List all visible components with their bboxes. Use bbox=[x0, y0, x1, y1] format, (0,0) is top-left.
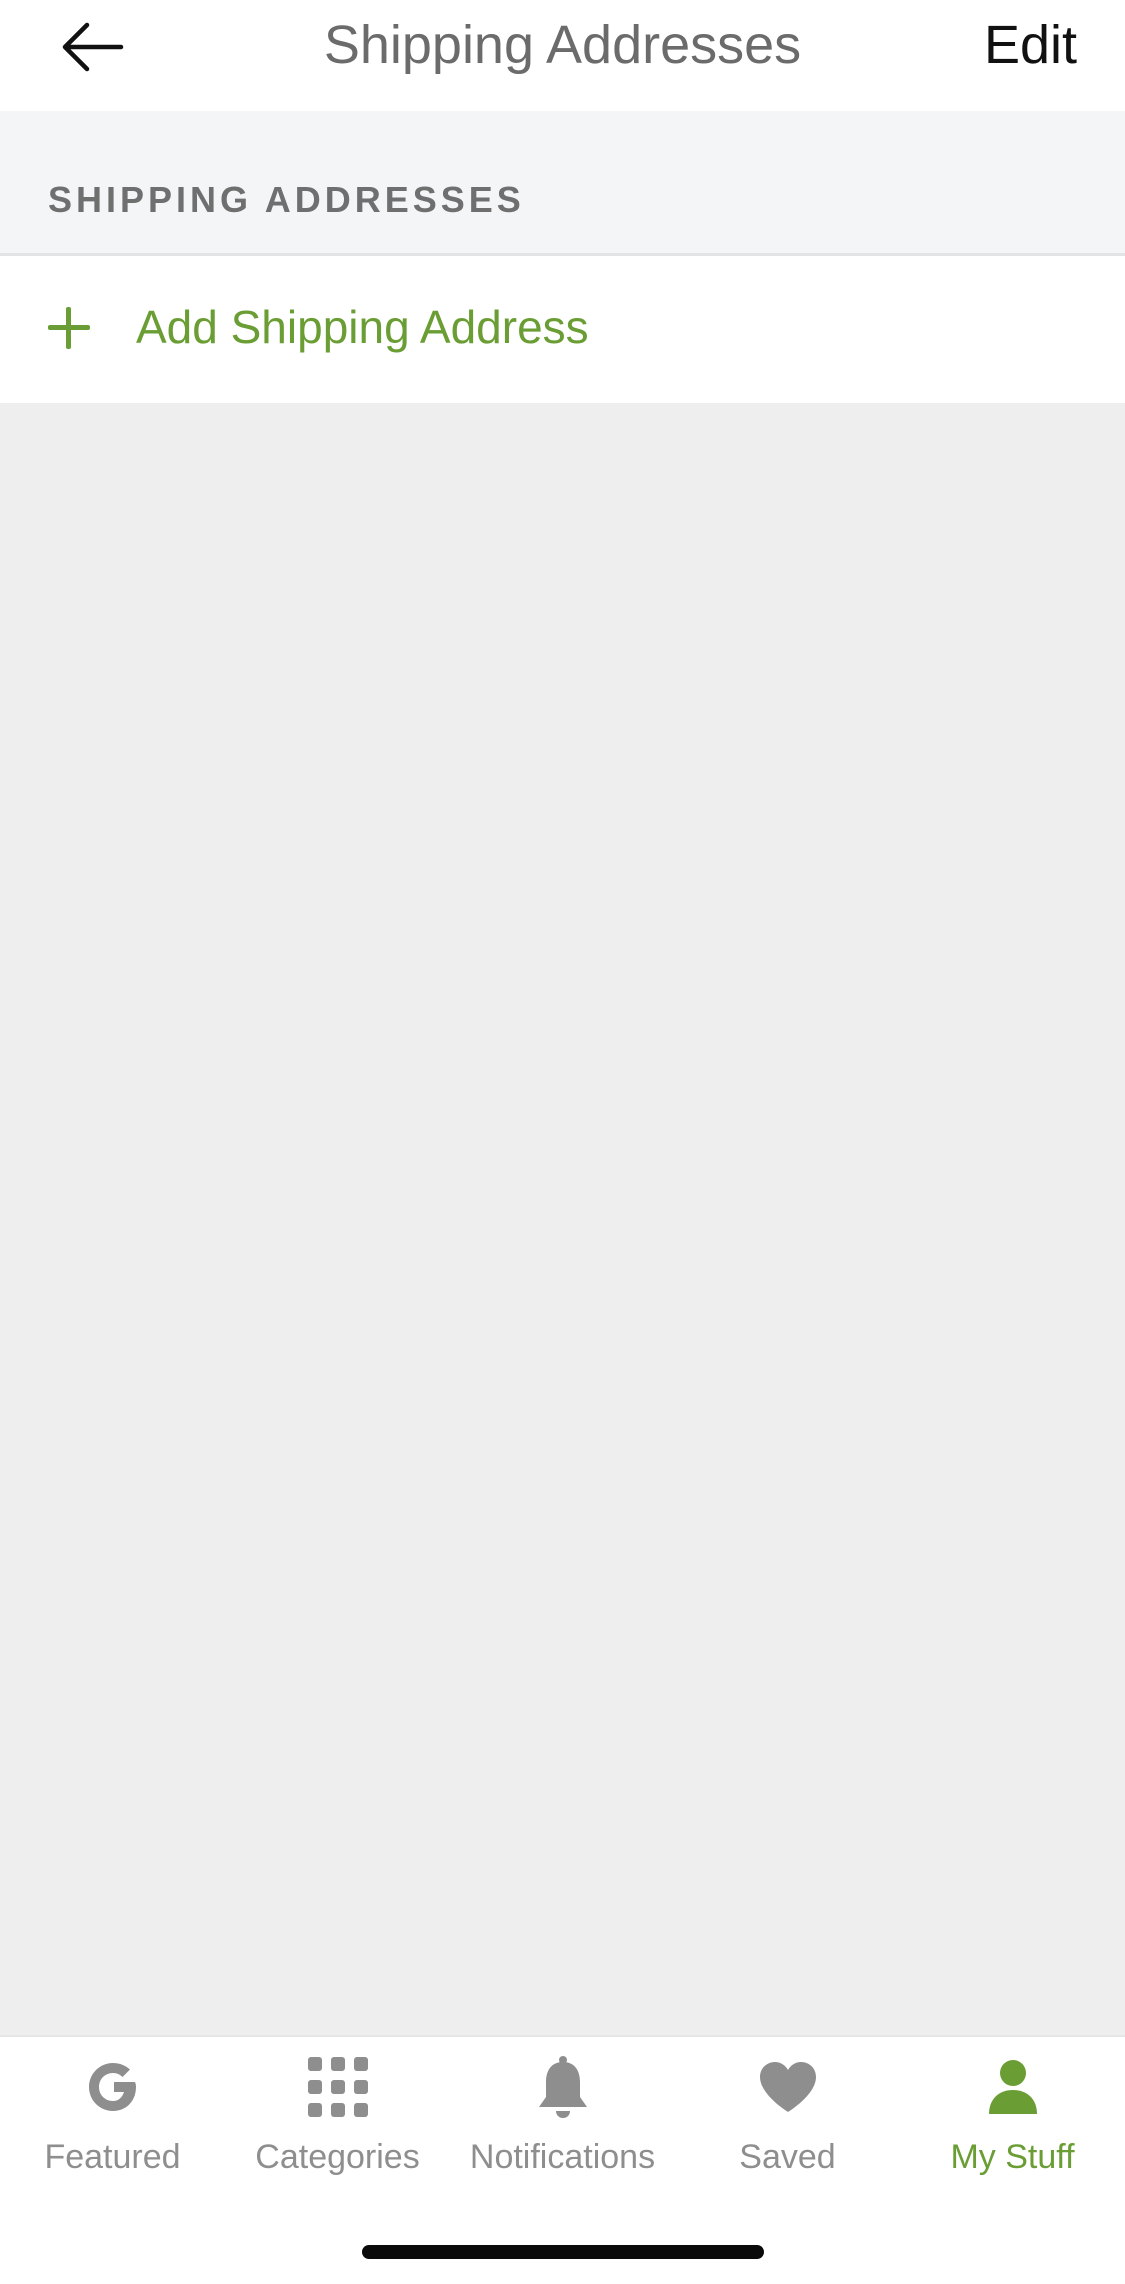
home-indicator bbox=[362, 2245, 764, 2259]
tab-label: Featured bbox=[44, 2138, 181, 2176]
navigation-bar: Shipping Addresses Edit bbox=[0, 0, 1125, 111]
page-title: Shipping Addresses bbox=[323, 15, 802, 75]
tab-label: Categories bbox=[255, 2138, 420, 2176]
bell-icon bbox=[531, 2055, 595, 2119]
add-shipping-address-label: Add Shipping Address bbox=[136, 301, 589, 353]
grid-icon bbox=[306, 2055, 370, 2119]
g-logo-icon bbox=[81, 2055, 145, 2119]
section-header-label: SHIPPING ADDRESSES bbox=[48, 179, 525, 220]
tab-my-stuff[interactable]: My Stuff bbox=[900, 2055, 1125, 2205]
section-header: SHIPPING ADDRESSES bbox=[0, 111, 1125, 256]
tab-notifications[interactable]: Notifications bbox=[450, 2055, 675, 2205]
tab-saved[interactable]: Saved bbox=[675, 2055, 900, 2205]
add-shipping-address-button[interactable]: Add Shipping Address bbox=[0, 256, 1125, 403]
tab-categories[interactable]: Categories bbox=[225, 2055, 450, 2205]
heart-icon bbox=[756, 2055, 820, 2119]
edit-button[interactable]: Edit bbox=[984, 10, 1077, 80]
person-icon bbox=[981, 2055, 1045, 2119]
tab-label: Saved bbox=[739, 2138, 836, 2176]
tab-featured[interactable]: Featured bbox=[0, 2055, 225, 2205]
plus-icon bbox=[48, 307, 90, 349]
tab-label: My Stuff bbox=[950, 2138, 1075, 2176]
tab-label: Notifications bbox=[469, 2138, 656, 2176]
shipping-addresses-screen: Shipping Addresses Edit SHIPPING ADDRESS… bbox=[0, 0, 1125, 2284]
